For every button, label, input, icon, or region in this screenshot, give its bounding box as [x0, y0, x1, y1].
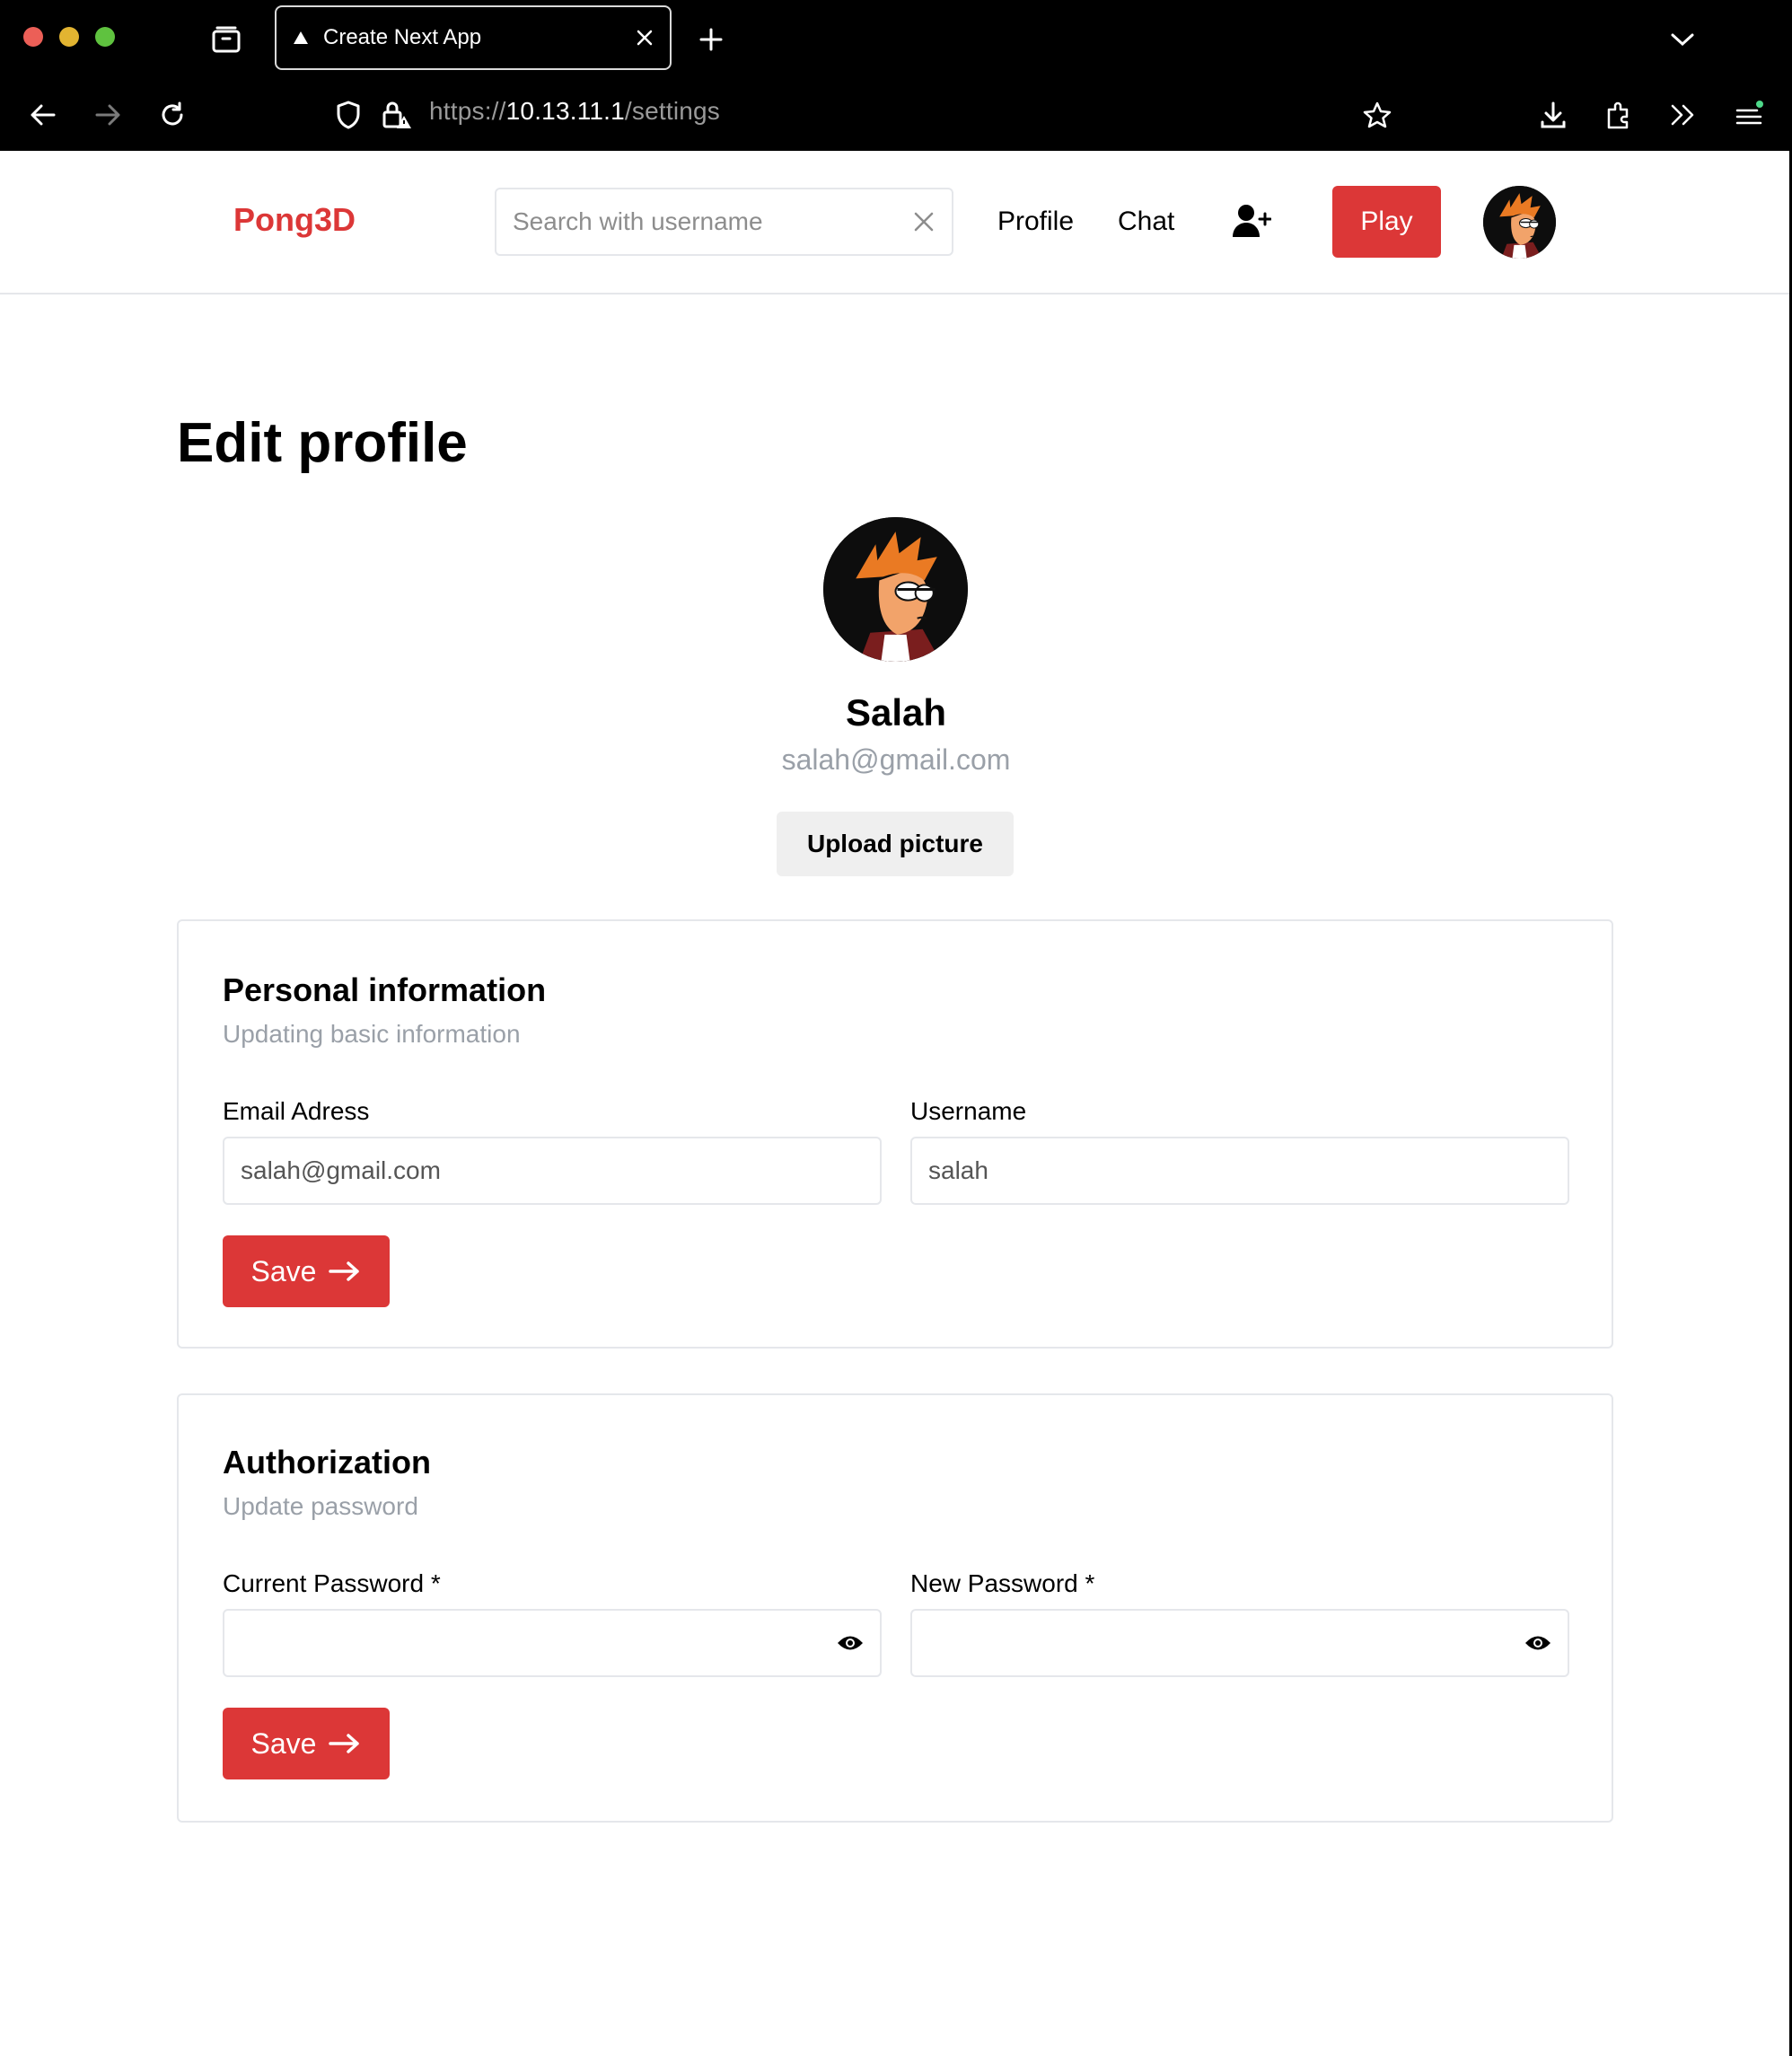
- current-password-field[interactable]: [223, 1609, 882, 1677]
- arrow-right-icon: [329, 1734, 360, 1753]
- shield-icon[interactable]: [330, 97, 366, 133]
- profile-picture: [823, 517, 968, 662]
- arrow-right-icon: [329, 1261, 360, 1281]
- triangle-favicon-icon: [294, 31, 308, 44]
- new-password-label: New Password *: [910, 1569, 1095, 1597]
- bookmark-star-icon[interactable]: [1359, 97, 1395, 133]
- address-bar[interactable]: https://10.13.11.1/settings: [429, 97, 720, 126]
- new-password-input[interactable]: [928, 1629, 1524, 1657]
- nav-link-profile[interactable]: Profile: [997, 206, 1074, 237]
- save-personal-button[interactable]: Save: [223, 1235, 390, 1307]
- upload-picture-button[interactable]: Upload picture: [777, 812, 1014, 876]
- brand-logo[interactable]: Pong3D: [233, 201, 356, 239]
- tab-overview-icon[interactable]: [208, 22, 244, 57]
- tab-title: Create Next App: [323, 25, 482, 49]
- clear-search-icon[interactable]: [912, 210, 936, 233]
- app-viewport: Pong3D Profile Chat Play Edit profil: [0, 151, 1792, 2056]
- profile-email: salah@gmail.com: [781, 743, 1011, 776]
- cartoon-avatar-icon: [823, 517, 968, 662]
- current-password-label: Current Password *: [223, 1569, 441, 1597]
- browser-chrome: Create Next App https://10.13.11.1/setti…: [0, 0, 1792, 151]
- profile-name: Salah: [845, 691, 947, 734]
- nav-link-chat[interactable]: Chat: [1118, 206, 1174, 237]
- close-window-button[interactable]: [23, 27, 43, 47]
- show-password-eye-icon[interactable]: [1524, 1633, 1551, 1653]
- play-button[interactable]: Play: [1332, 186, 1441, 258]
- close-tab-icon[interactable]: [636, 29, 654, 47]
- url-prefix: https://: [429, 97, 506, 125]
- email-label: Email Adress: [223, 1097, 370, 1125]
- tab-list-chevron-icon[interactable]: [1666, 23, 1699, 56]
- personal-info-card: Personal information Updating basic info…: [177, 919, 1613, 1349]
- username-field[interactable]: [910, 1137, 1569, 1205]
- current-password-input[interactable]: [241, 1629, 837, 1657]
- new-password-field[interactable]: [910, 1609, 1569, 1677]
- email-field[interactable]: [223, 1137, 882, 1205]
- authorization-card: Authorization Update password Current Pa…: [177, 1393, 1613, 1823]
- minimize-window-button[interactable]: [59, 27, 79, 47]
- authorization-subtitle: Update password: [223, 1492, 418, 1520]
- save-password-button[interactable]: Save: [223, 1708, 390, 1779]
- url-host: 10.13.11.1: [505, 97, 625, 125]
- window-controls: [23, 27, 115, 47]
- email-input[interactable]: [241, 1156, 864, 1185]
- download-icon[interactable]: [1535, 97, 1571, 133]
- cartoon-avatar-icon: [1483, 186, 1556, 259]
- extensions-icon[interactable]: [1600, 97, 1636, 133]
- username-label: Username: [910, 1097, 1027, 1125]
- more-tools-chevrons-icon[interactable]: [1665, 97, 1700, 133]
- menu-icon[interactable]: [1729, 95, 1769, 135]
- maximize-window-button[interactable]: [95, 27, 115, 47]
- page-title: Edit profile: [177, 412, 468, 474]
- new-tab-icon[interactable]: [695, 23, 727, 56]
- add-friend-icon[interactable]: [1232, 203, 1272, 243]
- authorization-title: Authorization: [223, 1444, 431, 1480]
- personal-info-subtitle: Updating basic information: [223, 1020, 521, 1048]
- reload-icon[interactable]: [154, 97, 190, 133]
- save-label: Save: [250, 1254, 317, 1287]
- forward-arrow-icon[interactable]: [90, 97, 126, 133]
- username-input[interactable]: [928, 1156, 1551, 1185]
- show-password-eye-icon[interactable]: [837, 1633, 864, 1653]
- browser-tab[interactable]: Create Next App: [275, 5, 672, 70]
- url-path: /settings: [624, 97, 720, 125]
- personal-info-title: Personal information: [223, 971, 547, 1008]
- navbar: Pong3D Profile Chat Play: [0, 151, 1789, 294]
- lock-warning-icon[interactable]: [379, 97, 415, 133]
- search-box[interactable]: [495, 188, 953, 256]
- back-arrow-icon[interactable]: [25, 97, 61, 133]
- user-avatar[interactable]: [1483, 186, 1556, 259]
- save-label: Save: [250, 1727, 317, 1760]
- search-input[interactable]: [513, 207, 912, 236]
